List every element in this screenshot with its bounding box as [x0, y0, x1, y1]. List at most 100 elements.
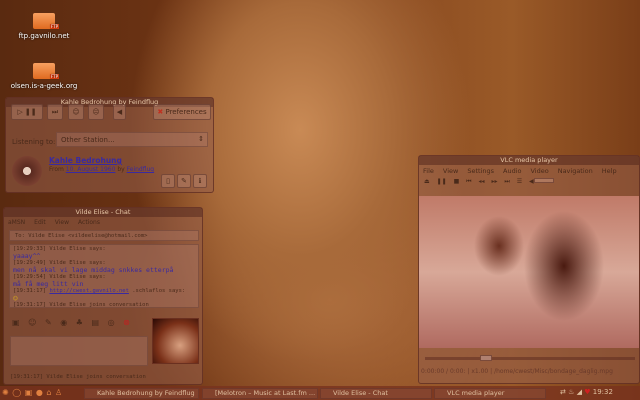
menu-edit[interactable]: Edit	[34, 219, 46, 226]
chat-history[interactable]: [19:29:33] Vilde Elise says: yaaay^^ [19…	[9, 244, 199, 308]
icon-label: ftp.gavnilo.net	[18, 32, 70, 40]
msg-text: men nå skal vi lage middag snkkes etterp…	[13, 266, 174, 274]
play-pause-button[interactable]: ▷ ❚❚	[11, 104, 43, 120]
ftp-folder-icon	[33, 63, 59, 79]
pencil-icon[interactable]: ✎	[45, 318, 52, 327]
seek-handle[interactable]	[480, 355, 493, 361]
chat-status-bar: [19:31:17] Vilde Elise joins conversatio…	[10, 374, 146, 380]
journal-button[interactable]: ▯	[161, 174, 175, 188]
menu-file[interactable]: File	[423, 167, 434, 175]
menu-video[interactable]: Video	[530, 167, 548, 175]
listening-label: Listening to:	[12, 138, 56, 146]
menu-amsn[interactable]: aMSN	[8, 219, 25, 226]
by-label: by	[117, 166, 125, 173]
menu-actions[interactable]: Actions	[78, 219, 100, 226]
chat-toolbar: ▣ ☺ ✎ ◉ ♣ ▤ ◎ ⊗	[12, 318, 130, 327]
playlist-icon[interactable]: ☰	[517, 178, 522, 185]
menu-view[interactable]: View	[55, 219, 69, 226]
speed-display: x1.00	[471, 368, 489, 375]
volume-button[interactable]: ◀	[113, 104, 126, 120]
file-path: /home/cwest/Misc/bondage_daglig.mpg	[494, 368, 613, 375]
task-lastfm[interactable]: Kahle Bedrohung by Feindflug	[84, 388, 199, 399]
contacts-icon[interactable]: ♣	[76, 318, 83, 327]
msg-meta: .schlaflos says:	[132, 288, 186, 294]
love-button[interactable]: ☺	[68, 104, 84, 120]
video-area[interactable]	[419, 196, 639, 348]
msg-meta: [19:29:33] Vilde Elise says:	[13, 246, 106, 252]
preferences-button[interactable]: ✖ Preferences	[153, 104, 211, 120]
menu-navigation[interactable]: Navigation	[558, 167, 593, 175]
clock[interactable]: 19:32	[593, 388, 613, 396]
track-link[interactable]: Kahle Bedrohung	[49, 156, 122, 165]
message-input[interactable]	[10, 336, 148, 366]
ban-button[interactable]: ☹	[88, 104, 104, 120]
menu-settings[interactable]: Settings	[467, 167, 494, 175]
tag-button[interactable]: ✎	[177, 174, 191, 188]
task-melotron[interactable]: [Melotron – Music at Last.fm ...	[202, 388, 318, 399]
menu-view[interactable]: View	[443, 167, 458, 175]
vlc-menubar: File View Settings Audio Video Navigation Help	[419, 165, 639, 177]
webcam-icon[interactable]: ◎	[108, 318, 115, 327]
station-select[interactable]: Other Station... ⇕	[56, 132, 208, 147]
chevron-updown-icon: ⇕	[198, 135, 204, 143]
home-icon[interactable]: ◯	[12, 388, 21, 397]
nudge-icon[interactable]: ◉	[60, 318, 67, 327]
prev-icon[interactable]: ⏮	[466, 178, 471, 185]
task-chat[interactable]: Vilde Elise - Chat	[320, 388, 432, 399]
eject-icon[interactable]: ⏏	[424, 178, 430, 185]
vlc-statusbar: 0:00:00 / 0:00: | x1.00 | /home/cwest/Mi…	[421, 368, 613, 375]
task-vlc[interactable]: VLC media player	[434, 388, 546, 399]
network-icon[interactable]: ⌂	[46, 388, 51, 397]
chat-link[interactable]: http://cwest.gavnilo.net	[49, 288, 128, 294]
smiley-icon: ☺	[13, 294, 18, 303]
volume-slider[interactable]	[533, 178, 554, 183]
artist-link[interactable]: Feindflug	[127, 166, 154, 173]
station-value: Other Station...	[61, 136, 115, 144]
pause-icon[interactable]: ❚❚	[437, 178, 447, 185]
chat-to-field: To: Vilde Elise <vildeelise@hotmail.com>	[9, 230, 199, 241]
desktop-icon-ftp-gavnilo[interactable]: ftp.gavnilo.net	[9, 13, 79, 40]
launchers: ✺ ◯ ▣ ● ⌂ ♙	[2, 388, 62, 397]
from-label: From	[49, 166, 64, 173]
time-display: 0:00:00 / 0:00:	[421, 368, 466, 375]
rewind-icon[interactable]: ◂◂	[479, 178, 485, 185]
vlc-window: VLC media player File View Settings Audio Vi…	[418, 155, 640, 384]
msg-text: må få meg litt vin	[13, 280, 84, 288]
alert-icon[interactable]: ♥	[584, 388, 590, 396]
ubuntu-menu-icon[interactable]: ✺	[2, 388, 9, 397]
firefox-icon[interactable]: ●	[36, 388, 43, 397]
stop-icon[interactable]: ■	[454, 178, 460, 185]
image-icon[interactable]: ▣	[12, 318, 20, 327]
lastfm-window: Kahle Bedrohung by Feindflug ▷ ❚❚ ⏭ ☺ ☹ …	[5, 97, 214, 193]
menu-audio[interactable]: Audio	[503, 167, 521, 175]
preferences-label: Preferences	[165, 108, 207, 116]
block-icon[interactable]: ⊗	[123, 318, 130, 327]
desktop-icon-olsen[interactable]: olsen.is-a-geek.org	[9, 63, 79, 90]
user-icon[interactable]: ♙	[55, 388, 62, 397]
menu-help[interactable]: Help	[602, 167, 617, 175]
tools-icon: ✖	[157, 108, 164, 116]
ftp-folder-icon	[33, 13, 59, 29]
window-title: VLC media player	[419, 156, 639, 165]
track-info: From 10. August 1960 by Feindflug	[49, 166, 154, 173]
forward-icon[interactable]: ▸▸	[491, 178, 497, 185]
window-title: Vilde Elise - Chat	[4, 208, 202, 217]
system-tray: ⇄ ♨ ◢ ♥ 19:32	[560, 388, 613, 396]
album-link[interactable]: 10. August 1960	[66, 166, 116, 173]
chat-window: Vilde Elise - Chat aMSN Edit View Actions T…	[3, 207, 203, 385]
album-art-icon	[12, 156, 42, 186]
terminal-icon[interactable]: ▣	[25, 388, 33, 397]
vlc-controls: ⏏ ❚❚ ■ ⏮ ◂◂ ▸▸ ⏭ ☰ ◀	[419, 177, 639, 187]
msg-text: yaaay^^	[13, 252, 41, 260]
tray-icons[interactable]: ⇄ ♨ ◢	[560, 388, 582, 396]
skip-button[interactable]: ⏭	[47, 104, 63, 120]
join-message: [19:31:17] Vilde Elise joins conversatio…	[13, 302, 149, 308]
icon-label: olsen.is-a-geek.org	[10, 82, 78, 90]
file-icon[interactable]: ▤	[92, 318, 100, 327]
info-button[interactable]: ℹ	[193, 174, 207, 188]
seek-bar[interactable]	[425, 355, 635, 361]
next-icon[interactable]: ⏭	[504, 178, 509, 185]
chat-menubar: aMSN Edit View Actions	[4, 217, 202, 228]
smiley-icon[interactable]: ☺	[28, 318, 36, 327]
contact-avatar	[152, 318, 199, 364]
